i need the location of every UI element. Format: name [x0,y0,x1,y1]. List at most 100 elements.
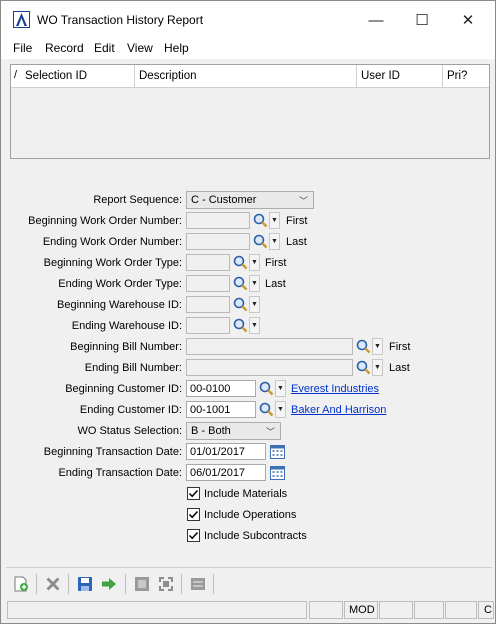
search-icon[interactable] [355,359,372,376]
dropdown-arrow-icon[interactable]: ▼ [249,317,260,334]
calendar-icon[interactable] [269,464,286,481]
toolbar-separator [125,574,126,594]
search-icon[interactable] [232,254,249,271]
include-materials-checkbox[interactable] [187,487,200,500]
col-user-id[interactable]: User ID [357,65,443,88]
beg-customer-label: Beginning Customer ID: [65,383,182,395]
status-panel-main [7,601,307,619]
beg-customer-input[interactable]: 00-0100 [186,380,256,397]
calendar-icon[interactable] [269,443,286,460]
selection-grid[interactable]: / Selection ID Description User ID Pri? [10,64,490,159]
beg-work-order-input[interactable] [186,212,250,229]
search-icon[interactable] [232,317,249,334]
dropdown-arrow-icon[interactable]: ▼ [275,401,286,418]
print-button[interactable] [132,574,152,594]
include-subcontracts-checkbox[interactable] [187,529,200,542]
delete-icon [46,577,60,591]
status-panel-last: C [478,601,494,619]
search-icon[interactable] [232,296,249,313]
list-icon [191,578,205,590]
chevron-down-icon: ﹀ [298,196,308,206]
search-icon[interactable] [258,401,275,418]
end-wo-type-input[interactable] [186,275,230,292]
include-subcontracts-label: Include Subcontracts [204,530,307,542]
menu-view[interactable]: View [127,41,153,55]
end-wo-type-hint: Last [265,278,286,290]
app-logo-icon [13,11,30,28]
col-selection-id[interactable]: / Selection ID [11,65,135,88]
wo-status-select[interactable]: B - Both ﹀ [186,422,281,440]
status-panel-2 [309,601,343,619]
dropdown-arrow-icon[interactable]: ▼ [249,296,260,313]
report-sequence-select[interactable]: C - Customer ﹀ [186,191,314,209]
end-wo-type-label: Ending Work Order Type: [58,278,182,290]
beg-warehouse-label: Beginning Warehouse ID: [57,299,182,311]
expand-button[interactable] [156,574,176,594]
proceed-button[interactable] [99,574,119,594]
beg-bill-label: Beginning Bill Number: [70,341,182,353]
search-icon[interactable] [258,380,275,397]
search-icon[interactable] [355,338,372,355]
search-icon[interactable] [252,212,269,229]
dropdown-arrow-icon[interactable]: ▼ [372,338,383,355]
include-operations-checkbox[interactable] [187,508,200,521]
beg-warehouse-input[interactable] [186,296,230,313]
beg-trans-date-input[interactable]: 01/01/2017 [186,443,266,460]
dropdown-arrow-icon[interactable]: ▼ [275,380,286,397]
beg-work-order-label: Beginning Work Order Number: [28,215,182,227]
end-bill-input[interactable] [186,359,353,376]
report-window: WO Transaction History Report — ☐ ✕ File… [0,0,496,624]
status-panel-5 [414,601,444,619]
end-warehouse-input[interactable] [186,317,230,334]
window-title: WO Transaction History Report [37,13,204,27]
dropdown-arrow-icon[interactable]: ▼ [269,212,280,229]
search-icon[interactable] [232,275,249,292]
new-button[interactable] [11,574,31,594]
end-customer-label: Ending Customer ID: [79,404,182,416]
menu-edit[interactable]: Edit [94,41,115,55]
dropdown-arrow-icon[interactable]: ▼ [249,275,260,292]
beg-wo-type-input[interactable] [186,254,230,271]
dropdown-arrow-icon[interactable]: ▼ [249,254,260,271]
end-warehouse-label: Ending Warehouse ID: [71,320,182,332]
include-materials-label: Include Materials [204,488,288,500]
proceed-icon [102,578,116,590]
maximize-button[interactable]: ☐ [399,7,445,33]
end-bill-hint: Last [389,362,410,374]
end-work-order-hint: Last [286,236,307,248]
menu-help[interactable]: Help [164,41,189,55]
end-trans-date-input[interactable]: 06/01/2017 [186,464,266,481]
report-sequence-label: Report Sequence: [93,194,182,206]
end-customer-input[interactable]: 00-1001 [186,401,256,418]
toolbar-separator [213,574,214,594]
menu-file[interactable]: File [13,41,32,55]
expand-icon [159,577,173,591]
close-button[interactable]: ✕ [445,7,491,33]
toolbar-separator [181,574,182,594]
beg-wo-type-hint: First [265,257,287,269]
new-icon [14,576,28,592]
dropdown-arrow-icon[interactable]: ▼ [269,233,280,250]
row-pointer-icon: / [14,69,18,81]
checkmark-icon [188,531,199,540]
search-icon[interactable] [252,233,269,250]
toolbar-separator [36,574,37,594]
end-customer-link[interactable]: Baker And Harrison [291,404,386,416]
col-pri[interactable]: Pri? [443,65,489,88]
end-bill-label: Ending Bill Number: [84,362,182,374]
dropdown-arrow-icon[interactable]: ▼ [372,359,383,376]
title-bar: WO Transaction History Report — ☐ ✕ [1,1,495,37]
save-button[interactable] [75,574,95,594]
menu-record[interactable]: Record [45,41,84,55]
end-work-order-input[interactable] [186,233,250,250]
status-panel-6 [445,601,477,619]
list-button[interactable] [188,574,208,594]
delete-button[interactable] [43,574,63,594]
grid-header: / Selection ID Description User ID Pri? [11,65,489,88]
beg-bill-input[interactable] [186,338,353,355]
beg-customer-link[interactable]: Everest Industries [291,383,379,395]
menu-bar: File Record Edit View Help [1,37,495,59]
col-description[interactable]: Description [135,65,357,88]
minimize-button[interactable]: — [353,7,399,33]
print-icon [135,577,149,591]
